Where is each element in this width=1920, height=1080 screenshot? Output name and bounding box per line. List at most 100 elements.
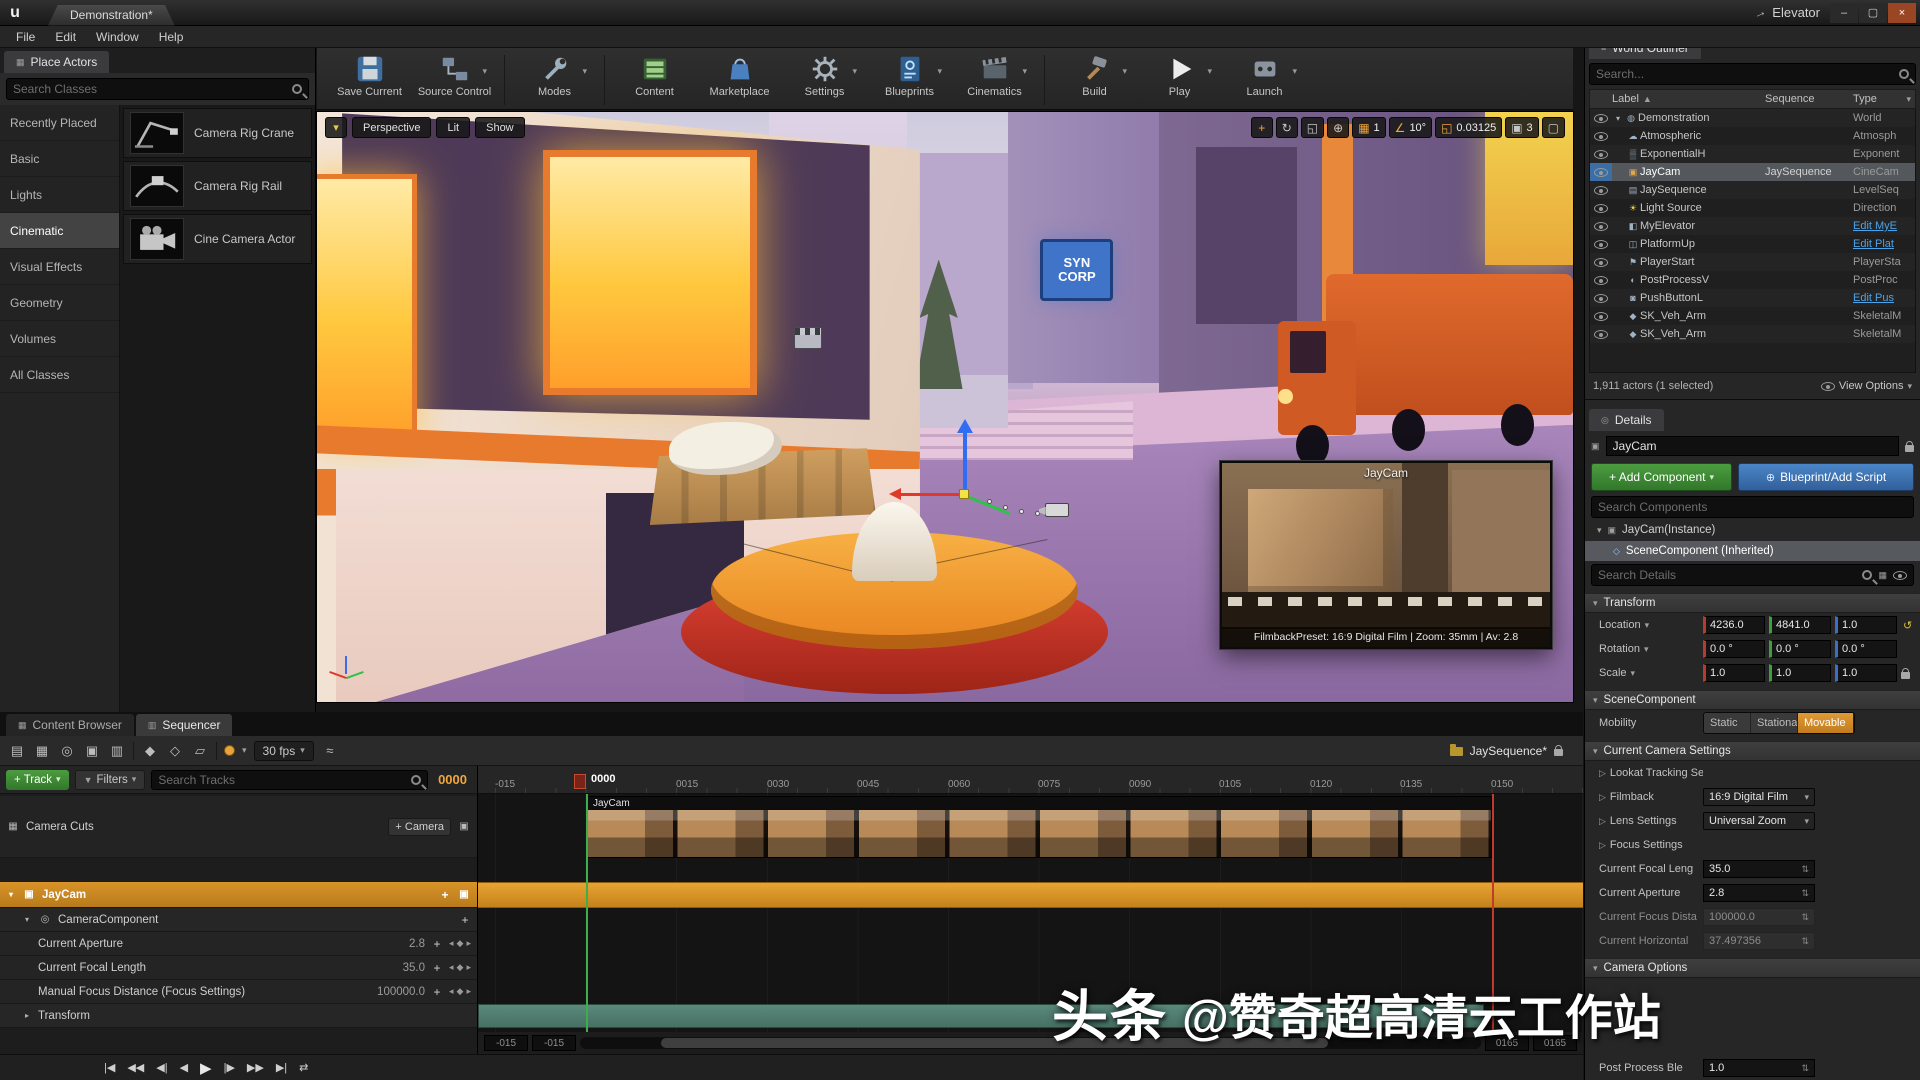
actor-label[interactable]: Light Source <box>1640 202 1765 214</box>
menu-edit[interactable]: Edit <box>45 30 86 44</box>
column-sequence[interactable]: Sequence <box>1765 93 1853 105</box>
cinematics-button[interactable]: Cinematics ▾ <box>952 53 1037 98</box>
collapse-arrow-icon[interactable]: ▾ <box>1593 695 1598 706</box>
transform-gizmo[interactable] <box>895 419 1095 559</box>
dropdown-arrow-icon[interactable]: ▾ <box>1122 66 1127 77</box>
camera-swap-icon[interactable]: ▣ <box>457 889 471 900</box>
table-row[interactable]: ◧ MyElevator Edit MyE <box>1590 217 1915 235</box>
eye-cell[interactable] <box>1590 204 1612 213</box>
play-button[interactable]: Play ▾ <box>1137 53 1222 98</box>
add-key-icon[interactable]: + <box>431 961 443 975</box>
menu-help[interactable]: Help <box>149 30 194 44</box>
post-process-blend-field[interactable]: 1.0 <box>1703 1059 1815 1077</box>
actor-label[interactable]: Atmospheric <box>1640 130 1765 142</box>
place-actors-search[interactable] <box>6 78 309 100</box>
restore-button[interactable]: ▢ <box>1859 3 1887 23</box>
next-key-icon[interactable]: ▸ <box>466 938 471 949</box>
add-keyframe-icon[interactable]: ◆ <box>457 986 464 997</box>
browse-sequence-icon[interactable]: ▦ <box>33 743 51 759</box>
modes-button[interactable]: Modes ▾ <box>512 53 597 98</box>
location-y-field[interactable]: 4841.0 <box>1769 616 1831 634</box>
scale-y-field[interactable]: 1.0 <box>1769 664 1831 682</box>
scale-x-field[interactable]: 1.0 <box>1703 664 1765 682</box>
section-scene-component[interactable]: ▾ SceneComponent <box>1585 690 1920 710</box>
category-basic[interactable]: Basic <box>0 141 119 177</box>
visibility-eye-icon[interactable] <box>1594 204 1608 213</box>
prev-key-icon[interactable]: ◂ <box>449 962 454 973</box>
auto-key-icon[interactable] <box>224 745 235 756</box>
track-search[interactable] <box>151 770 428 790</box>
tab-sequencer[interactable]: ▥ Sequencer <box>136 714 233 736</box>
expand-arrow-icon[interactable]: ▷ <box>1599 840 1606 851</box>
add-keyframe-icon[interactable]: ◆ <box>457 938 464 949</box>
track-jaycam[interactable]: ▾ ▣ JayCam + ▣ <box>0 882 477 908</box>
eye-cell[interactable] <box>1590 222 1612 231</box>
edit-blueprint-link[interactable]: Edit Pus <box>1853 292 1915 304</box>
expand-arrow-icon[interactable]: ▾ <box>22 915 32 924</box>
grid-snap-button[interactable]: ▦1 <box>1352 117 1385 138</box>
visibility-eye-icon[interactable] <box>1594 258 1608 267</box>
component-child-row[interactable]: ◇ SceneComponent (Inherited) <box>1585 541 1920 561</box>
actor-label[interactable]: ExponentialH <box>1640 148 1765 160</box>
translate-tool-button[interactable]: + <box>1251 117 1273 138</box>
curve-editor-icon[interactable]: ≈ <box>321 743 339 758</box>
dropdown-arrow-icon[interactable]: ▾ <box>482 66 487 77</box>
table-row[interactable]: ◆ SK_Veh_Arm SkeletalM <box>1590 307 1915 325</box>
gizmo-x-axis[interactable] <box>901 493 963 496</box>
actor-name-field[interactable] <box>1606 436 1899 456</box>
go-to-end-button[interactable]: ▶| <box>276 1061 287 1074</box>
add-component-button[interactable]: + Add Component ▾ <box>1591 463 1732 491</box>
visibility-eye-icon[interactable] <box>1594 240 1608 249</box>
add-section-icon[interactable]: + <box>459 913 471 927</box>
actor-label[interactable]: SK_Veh_Arm <box>1640 310 1765 322</box>
dropdown-arrow-icon[interactable]: ▾ <box>1631 668 1636 679</box>
outliner-search-input[interactable] <box>1596 67 1893 81</box>
dropdown-arrow-icon[interactable]: ▾ <box>242 745 247 756</box>
category-geometry[interactable]: Geometry <box>0 285 119 321</box>
outliner-search[interactable] <box>1589 63 1916 85</box>
edit-blueprint-link[interactable]: Edit MyE <box>1853 220 1915 232</box>
expand-arrow-icon[interactable]: ▸ <box>22 1011 32 1020</box>
search-components-input[interactable] <box>1598 500 1907 514</box>
track-current-focal-length[interactable]: Current Focal Length 35.0 + ◂ ◆ ▸ <box>0 956 477 980</box>
actor-label[interactable]: PostProcessV <box>1640 274 1765 286</box>
track-camera-cuts[interactable]: ▦ Camera Cuts + Camera ▣ <box>0 796 477 858</box>
visibility-eye-icon[interactable] <box>1594 132 1608 141</box>
actor-label[interactable]: PlayerStart <box>1640 256 1765 268</box>
table-row[interactable]: ◆ SK_Veh_Arm SkeletalM <box>1590 325 1915 343</box>
actor-label[interactable]: JayCam <box>1640 166 1765 178</box>
section-transform[interactable]: ▾ Transform <box>1585 593 1920 613</box>
next-key-icon[interactable]: ▸ <box>466 986 471 997</box>
track-camera-component[interactable]: ▾ ◎ CameraComponent + <box>0 908 477 932</box>
table-row[interactable]: ◫ PlatformUp Edit Plat <box>1590 235 1915 253</box>
rotation-y-field[interactable]: 0.0 ° <box>1769 640 1831 658</box>
tab-place-actors[interactable]: ▦ Place Actors <box>4 51 109 73</box>
table-row[interactable]: ▒ ExponentialH Exponent <box>1590 145 1915 163</box>
content-button[interactable]: Content <box>612 53 697 98</box>
actor-label[interactable]: PlatformUp <box>1640 238 1765 250</box>
next-key-icon[interactable]: ▸ <box>466 962 471 973</box>
cine-camera-actor[interactable] <box>1045 503 1069 517</box>
visibility-eye-icon[interactable] <box>1594 312 1608 321</box>
actor-label[interactable]: PushButtonL <box>1640 292 1765 304</box>
location-label[interactable]: Location▾ <box>1599 619 1703 631</box>
dropdown-arrow-icon[interactable]: ▾ <box>582 66 587 77</box>
expand-arrow-icon[interactable]: ▷ <box>1599 792 1606 803</box>
eye-cell[interactable] <box>1590 276 1612 285</box>
expand-arrow-icon[interactable]: ▾ <box>6 890 16 899</box>
column-label[interactable]: Label▲ <box>1612 93 1765 105</box>
build-button[interactable]: Build ▾ <box>1052 53 1137 98</box>
collapse-arrow-icon[interactable]: ▾ <box>1593 598 1598 609</box>
viewport-options-button[interactable]: ▾ <box>325 117 347 138</box>
dropdown-arrow-icon[interactable]: ▾ <box>852 66 857 77</box>
eye-cell[interactable] <box>1590 258 1612 267</box>
playhead-handle[interactable] <box>574 774 586 789</box>
maximize-viewport-button[interactable]: ▢ <box>1542 117 1565 138</box>
actor-label[interactable]: SK_Veh_Arm <box>1640 328 1765 340</box>
mobility-movable-button[interactable]: Movable <box>1798 713 1854 733</box>
render-movie-icon[interactable]: ▥ <box>108 743 126 759</box>
add-section-icon[interactable]: + <box>439 888 451 902</box>
find-in-browser-icon[interactable]: ◎ <box>58 743 76 759</box>
components-search[interactable] <box>1591 496 1914 518</box>
visibility-eye-icon[interactable] <box>1594 276 1608 285</box>
